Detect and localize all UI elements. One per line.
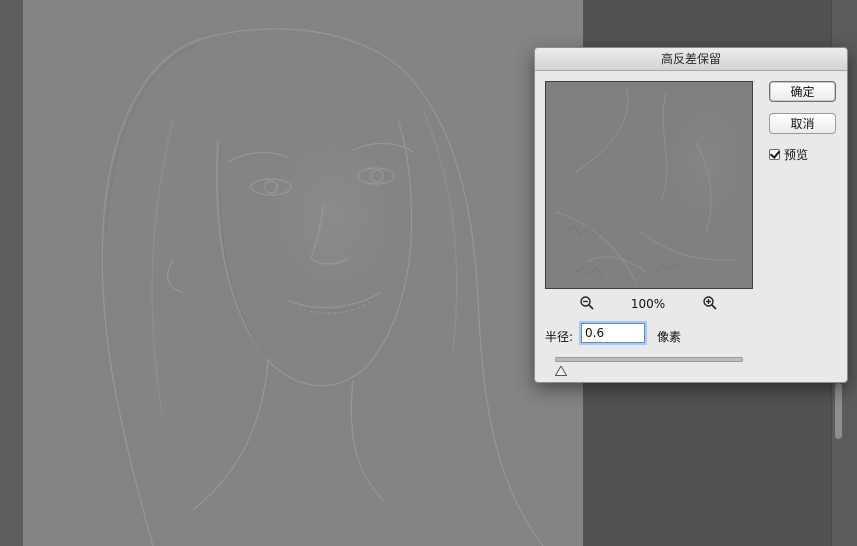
radius-input[interactable] (581, 323, 645, 343)
cancel-button[interactable]: 取消 (769, 113, 836, 134)
radius-label: 半径: (545, 330, 574, 344)
slider-thumb-icon[interactable] (554, 361, 568, 376)
preview-image (555, 86, 737, 283)
panel-scroll-thumb[interactable] (835, 383, 842, 439)
left-panel-strip (0, 0, 23, 546)
preview-toggle[interactable]: 预览 (769, 146, 808, 163)
zoom-level: 100% (630, 297, 666, 311)
zoom-out-icon[interactable] (579, 295, 595, 311)
filter-preview[interactable] (545, 81, 753, 289)
high-pass-image (101, 28, 544, 546)
radius-slider[interactable] (555, 357, 743, 362)
unit-label: 像素 (657, 330, 682, 344)
zoom-in-icon[interactable] (702, 295, 718, 311)
preview-checkbox[interactable] (769, 149, 780, 160)
ok-button[interactable]: 确定 (769, 81, 836, 102)
dialog-title[interactable]: 高反差保留 (535, 48, 847, 71)
document-canvas[interactable] (23, 0, 583, 546)
preview-label: 预览 (784, 148, 809, 162)
high-pass-dialog: 高反差保留 确定 取消 预览 100% 半径: 0.6 像素 (534, 47, 848, 383)
